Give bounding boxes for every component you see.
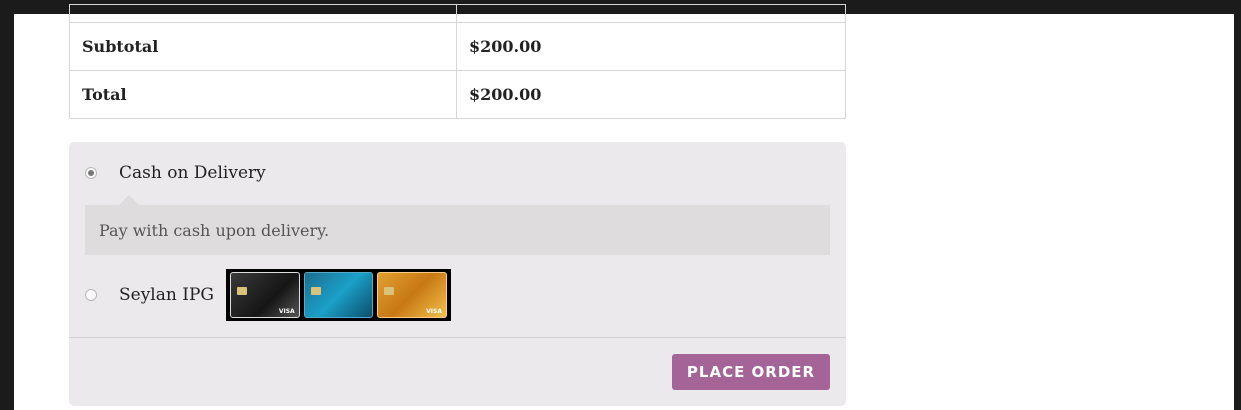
seylan-ipg-label[interactable]: Seylan IPG — [119, 285, 214, 305]
total-value: $200.00 — [469, 85, 542, 104]
payment-method-seylan-ipg[interactable]: Seylan IPG VISA VISA — [85, 269, 451, 321]
table-row-previous — [70, 5, 845, 22]
subtotal-row: Subtotal $200.00 — [70, 22, 845, 70]
checkout-page: Subtotal $200.00 Total $200.00 Cash on D… — [14, 4, 1234, 410]
divider — [69, 337, 846, 338]
cod-description: Pay with cash upon delivery. — [85, 195, 830, 255]
card-logos-image: VISA VISA — [225, 269, 451, 321]
place-order-button[interactable]: PLACE ORDER — [672, 354, 830, 390]
card-gold-icon: VISA — [377, 272, 447, 318]
card-dark-icon: VISA — [229, 272, 300, 318]
total-label: Total — [70, 71, 457, 118]
seylan-ipg-radio[interactable] — [85, 289, 97, 301]
payment-method-cod[interactable]: Cash on Delivery — [85, 163, 266, 183]
payment-methods-box: Cash on Delivery Pay with cash upon deli… — [69, 142, 846, 406]
cod-label[interactable]: Cash on Delivery — [119, 163, 266, 183]
subtotal-value: $200.00 — [469, 37, 542, 56]
radio-selected-dot — [88, 170, 94, 176]
subtotal-label: Subtotal — [70, 23, 457, 70]
cod-radio[interactable] — [85, 167, 97, 179]
order-totals-table: Subtotal $200.00 Total $200.00 — [69, 4, 846, 119]
card-blue-icon — [303, 272, 374, 318]
total-row: Total $200.00 — [70, 70, 845, 118]
